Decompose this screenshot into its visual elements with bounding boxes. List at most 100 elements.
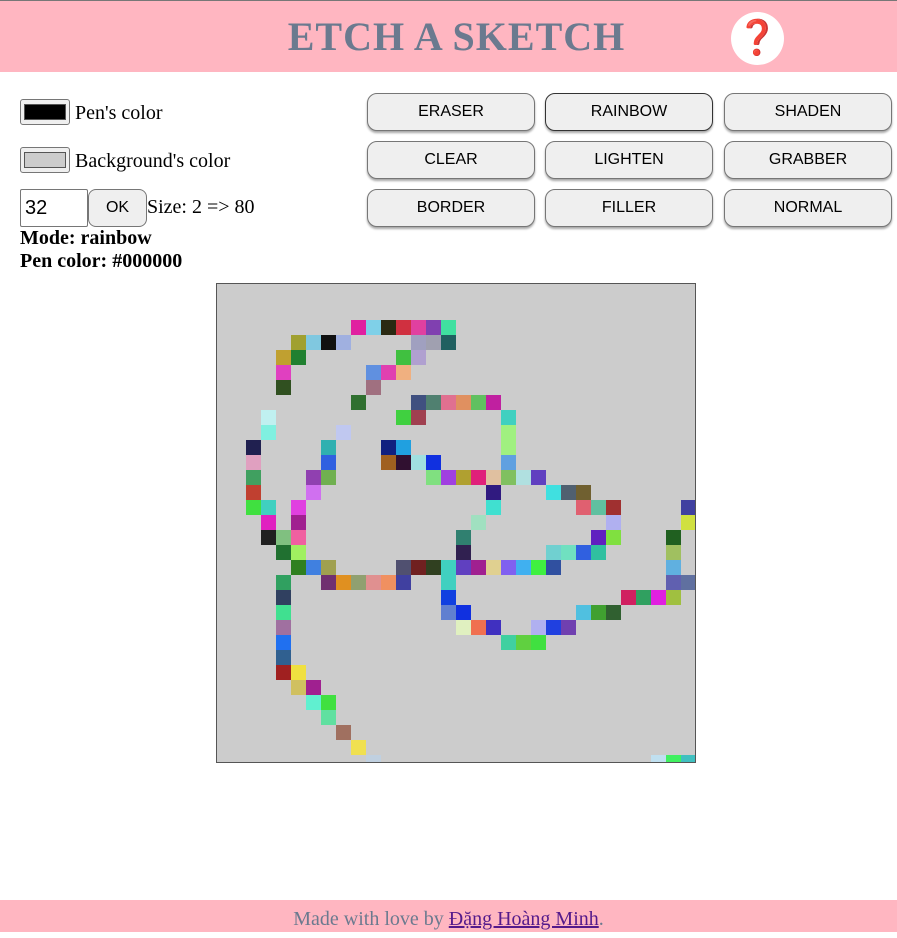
- grid-cell[interactable]: [471, 395, 486, 410]
- grid-cell[interactable]: [411, 395, 426, 410]
- grid-cell[interactable]: [321, 560, 336, 575]
- grid-cell[interactable]: [501, 635, 516, 650]
- grid-cell[interactable]: [306, 470, 321, 485]
- grid-cell[interactable]: [531, 470, 546, 485]
- grid-cell[interactable]: [651, 590, 666, 605]
- grid-cell[interactable]: [426, 455, 441, 470]
- grid-cell[interactable]: [321, 695, 336, 710]
- grid-cell[interactable]: [666, 590, 681, 605]
- grid-cell[interactable]: [411, 560, 426, 575]
- grid-cell[interactable]: [456, 470, 471, 485]
- grid-cell[interactable]: [351, 320, 366, 335]
- grid-cell[interactable]: [306, 335, 321, 350]
- grid-cell[interactable]: [591, 605, 606, 620]
- grid-cell[interactable]: [441, 470, 456, 485]
- ok-button[interactable]: OK: [88, 189, 147, 227]
- grid-cell[interactable]: [276, 605, 291, 620]
- grid-cell[interactable]: [456, 605, 471, 620]
- grid-cell[interactable]: [306, 560, 321, 575]
- grid-cell[interactable]: [366, 380, 381, 395]
- grid-cell[interactable]: [261, 425, 276, 440]
- grid-cell[interactable]: [381, 575, 396, 590]
- grid-cell[interactable]: [321, 470, 336, 485]
- grid-cell[interactable]: [321, 575, 336, 590]
- grid-cell[interactable]: [426, 560, 441, 575]
- grid-cell[interactable]: [276, 575, 291, 590]
- grid-cell[interactable]: [351, 395, 366, 410]
- grid-cell[interactable]: [276, 635, 291, 650]
- grid-cell[interactable]: [516, 470, 531, 485]
- grid-cell[interactable]: [471, 515, 486, 530]
- grid-cell[interactable]: [456, 395, 471, 410]
- grid-cell[interactable]: [396, 455, 411, 470]
- grid-cell[interactable]: [396, 560, 411, 575]
- grid-cell[interactable]: [576, 605, 591, 620]
- grabber-button[interactable]: GRABBER: [724, 141, 892, 179]
- filler-button[interactable]: FILLER: [545, 189, 713, 227]
- grid-cell[interactable]: [276, 665, 291, 680]
- grid-cell[interactable]: [561, 545, 576, 560]
- grid-cell[interactable]: [291, 350, 306, 365]
- grid-cell[interactable]: [456, 620, 471, 635]
- pen-color-picker[interactable]: [20, 99, 70, 125]
- grid-cell[interactable]: [441, 575, 456, 590]
- grid-cell[interactable]: [291, 680, 306, 695]
- grid-cell[interactable]: [531, 560, 546, 575]
- grid-cell[interactable]: [606, 515, 621, 530]
- grid-cell[interactable]: [486, 485, 501, 500]
- grid-cell[interactable]: [456, 560, 471, 575]
- grid-cell[interactable]: [531, 635, 546, 650]
- grid-cell[interactable]: [351, 740, 366, 755]
- grid-cell[interactable]: [336, 725, 351, 740]
- grid-cell[interactable]: [336, 575, 351, 590]
- grid-cell[interactable]: [516, 635, 531, 650]
- grid-cell[interactable]: [321, 440, 336, 455]
- grid-cell[interactable]: [486, 620, 501, 635]
- grid-cell[interactable]: [246, 500, 261, 515]
- grid-cell[interactable]: [576, 485, 591, 500]
- grid-cell[interactable]: [591, 530, 606, 545]
- grid-cell[interactable]: [471, 620, 486, 635]
- grid-cell[interactable]: [441, 590, 456, 605]
- grid-cell[interactable]: [246, 455, 261, 470]
- grid-cell[interactable]: [381, 440, 396, 455]
- grid-cell[interactable]: [501, 440, 516, 455]
- grid-cell[interactable]: [366, 320, 381, 335]
- grid-cell[interactable]: [366, 575, 381, 590]
- grid-cell[interactable]: [606, 605, 621, 620]
- grid-cell[interactable]: [246, 470, 261, 485]
- grid-cell[interactable]: [291, 500, 306, 515]
- grid-cell[interactable]: [396, 440, 411, 455]
- grid-cell[interactable]: [576, 545, 591, 560]
- grid-cell[interactable]: [501, 470, 516, 485]
- grid-cell[interactable]: [441, 395, 456, 410]
- grid-cell[interactable]: [561, 620, 576, 635]
- grid-cell[interactable]: [411, 320, 426, 335]
- grid-cell[interactable]: [321, 455, 336, 470]
- grid-cell[interactable]: [276, 365, 291, 380]
- grid-cell[interactable]: [291, 545, 306, 560]
- grid-cell[interactable]: [276, 530, 291, 545]
- grid-cell[interactable]: [681, 575, 695, 590]
- grid-cell[interactable]: [396, 320, 411, 335]
- grid-cell[interactable]: [621, 590, 636, 605]
- grid-cell[interactable]: [366, 365, 381, 380]
- grid-cell[interactable]: [501, 560, 516, 575]
- grid-cell[interactable]: [441, 335, 456, 350]
- grid-cell[interactable]: [396, 350, 411, 365]
- grid-cell[interactable]: [471, 560, 486, 575]
- grid-cell[interactable]: [591, 500, 606, 515]
- grid-cell[interactable]: [606, 500, 621, 515]
- border-button[interactable]: BORDER: [367, 189, 535, 227]
- grid-cell[interactable]: [666, 545, 681, 560]
- grid-cell[interactable]: [576, 500, 591, 515]
- grid-cell[interactable]: [681, 515, 695, 530]
- grid-cell[interactable]: [666, 755, 681, 762]
- grid-cell[interactable]: [276, 650, 291, 665]
- grid-cell[interactable]: [636, 590, 651, 605]
- grid-cell[interactable]: [336, 335, 351, 350]
- grid-cell[interactable]: [261, 500, 276, 515]
- grid-cell[interactable]: [261, 515, 276, 530]
- grid-cell[interactable]: [591, 545, 606, 560]
- grid-cell[interactable]: [456, 545, 471, 560]
